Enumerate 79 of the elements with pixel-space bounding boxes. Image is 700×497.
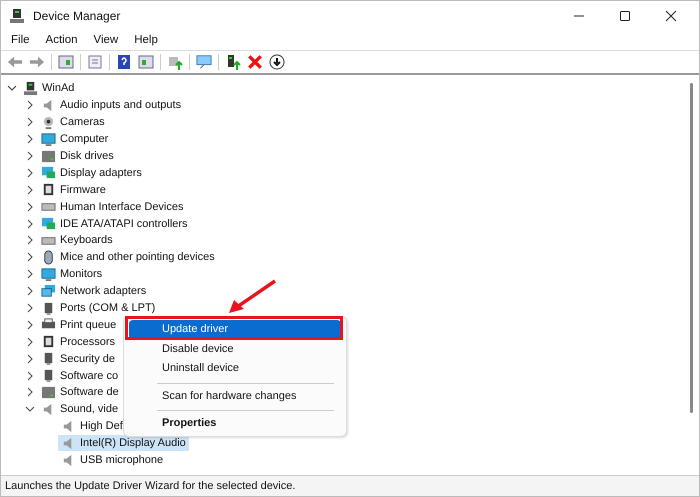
update-icon[interactable] [167, 54, 183, 70]
menu-item[interactable]: Properties [129, 414, 341, 434]
tree-item[interactable]: Display adapters [60, 166, 142, 179]
chevron-icon[interactable] [25, 336, 35, 347]
network-icon [41, 284, 56, 299]
menu-item[interactable]: Uninstall device [129, 359, 341, 378]
menu-item[interactable]: View [94, 34, 118, 46]
pointer-arrow [227, 279, 277, 315]
chevron-icon[interactable] [25, 134, 35, 144]
chevron-icon[interactable] [25, 202, 35, 212]
tree-item[interactable]: Mice and other pointing devices [60, 251, 215, 264]
tree-item[interactable]: IDE ATA/ATAPI controllers [60, 218, 188, 230]
tree-item[interactable]: USB microphone [58, 452, 166, 468]
chevron-icon[interactable] [25, 117, 35, 128]
tree-item[interactable]: Network adapters [60, 285, 146, 298]
chevron-icon[interactable] [25, 370, 35, 381]
window-panel-icon[interactable] [138, 54, 154, 70]
download-icon[interactable] [269, 54, 285, 70]
tree-item[interactable]: Software de [60, 386, 119, 398]
close-icon[interactable] [665, 10, 677, 22]
delete-icon[interactable] [247, 54, 263, 70]
chip-icon [41, 334, 56, 350]
chevron-icon[interactable] [25, 168, 35, 178]
tree-item[interactable]: Intel(R) Display Audio [58, 435, 189, 452]
webcam-icon [41, 114, 56, 130]
drive-icon [41, 148, 56, 164]
chevron-icon[interactable] [25, 151, 35, 161]
drive-icon [41, 384, 56, 400]
chevron-icon[interactable] [25, 286, 35, 296]
chevron-icon[interactable] [25, 404, 35, 414]
tree-item[interactable]: Sound, vide [60, 403, 118, 416]
tree-item[interactable]: Firmware [60, 184, 106, 196]
maximize-icon[interactable] [619, 10, 631, 22]
monitor-icon [41, 266, 56, 282]
tree-item[interactable]: High Def [58, 418, 126, 434]
card-icon [41, 165, 56, 180]
chevron-icon[interactable] [25, 252, 35, 262]
chevron-icon[interactable] [25, 354, 35, 364]
chevron-icon[interactable] [25, 100, 35, 110]
forward-arrow-icon[interactable] [29, 54, 45, 70]
computer-icon [9, 8, 25, 24]
menu-item[interactable]: Action [46, 34, 78, 46]
tree-item[interactable]: Human Interface Devices [60, 200, 184, 213]
tree-item[interactable]: Monitors [60, 268, 102, 280]
tree-item[interactable]: Processors [60, 336, 116, 348]
document-icon[interactable] [87, 54, 103, 70]
menu-item[interactable]: Disable device [129, 340, 341, 359]
chip-icon [41, 182, 56, 198]
tree-item[interactable]: Audio inputs and outputs [60, 99, 182, 112]
status-text: Launches the Update Driver Wizard for the selected device. [5, 480, 296, 492]
chevron-icon[interactable] [7, 83, 17, 94]
tree-item[interactable]: Disk drives [60, 150, 114, 162]
tree-item[interactable]: Security de [60, 352, 116, 365]
window-panel-icon[interactable] [58, 54, 74, 70]
help-icon[interactable] [116, 54, 132, 70]
tree-item[interactable]: Software co [60, 370, 118, 382]
chevron-icon[interactable] [25, 218, 35, 229]
add-device-icon[interactable] [225, 54, 241, 70]
chevron-icon[interactable] [25, 387, 35, 398]
tree-item[interactable]: Print queue [60, 318, 116, 331]
tree-item[interactable]: Keyboards [60, 234, 113, 246]
monitor-icon [41, 132, 56, 147]
tree-item[interactable]: Computer [60, 133, 108, 146]
card-icon [41, 216, 56, 232]
computer-icon [23, 80, 38, 96]
tree-item[interactable]: WinAd [42, 82, 74, 94]
back-arrow-icon[interactable] [7, 54, 23, 70]
menu-item[interactable]: Help [134, 34, 158, 46]
window-title: Device Manager [33, 8, 120, 22]
menu-item[interactable]: Scan for hardware changes [129, 386, 341, 406]
menu-item[interactable]: File [11, 34, 30, 46]
chevron-icon[interactable] [25, 303, 35, 314]
chevron-icon[interactable] [25, 235, 35, 246]
chevron-icon[interactable] [25, 269, 35, 280]
tree-item[interactable]: Ports (COM & LPT) [60, 302, 156, 314]
monitor-icon[interactable] [196, 54, 212, 70]
chevron-icon[interactable] [25, 320, 35, 330]
tree-item[interactable]: Cameras [60, 116, 105, 128]
chevron-icon[interactable] [25, 184, 35, 195]
